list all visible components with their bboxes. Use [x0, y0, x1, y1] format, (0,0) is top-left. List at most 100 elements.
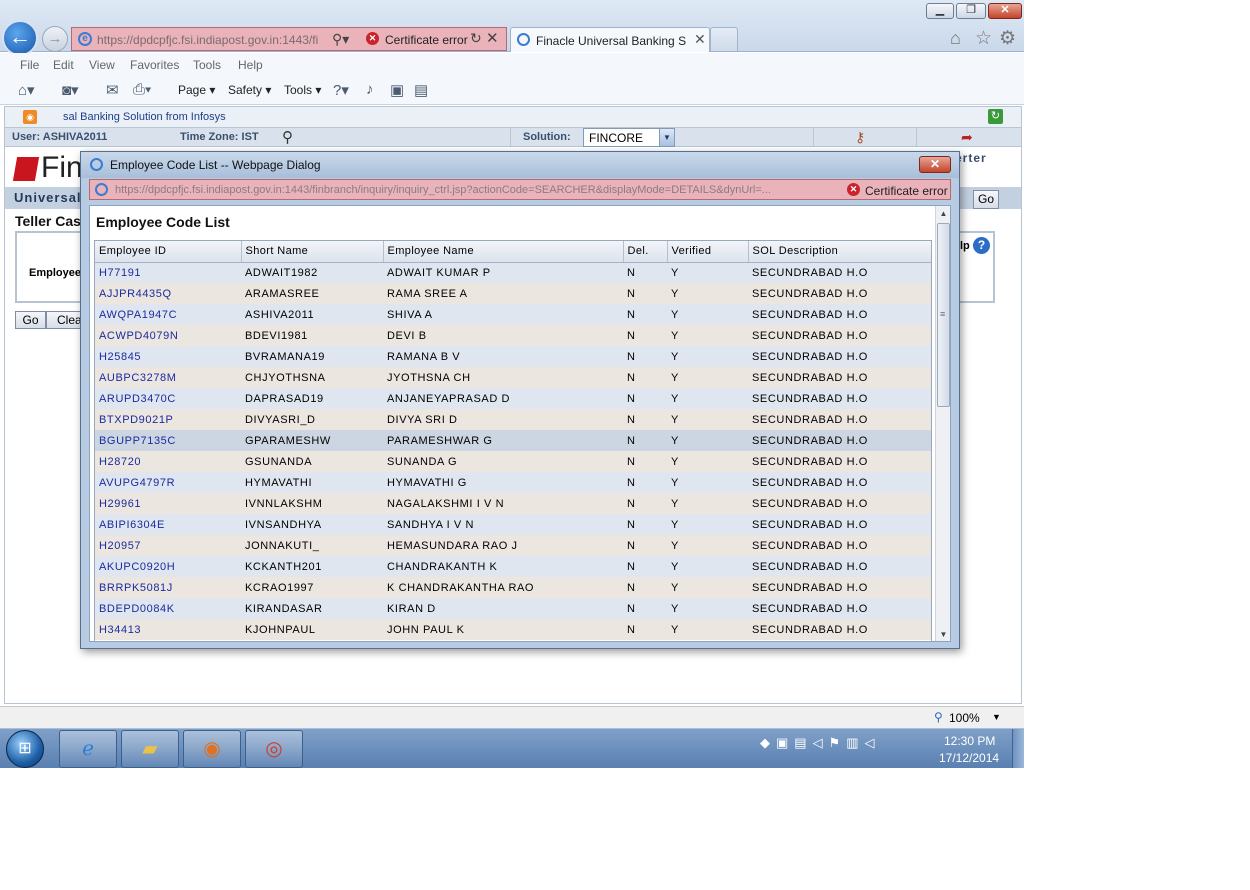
table-row[interactable]: AJJPR4435Q ARAMASREE RAMA SREE A N Y SECUNDRA… [95, 283, 931, 304]
cell-employee-id[interactable]: BDEPD0084K [95, 598, 241, 619]
table-row[interactable]: AUBPC3278M CHJYOTHSNA JYOTHSNA CH N Y SECUNDR… [95, 367, 931, 388]
chevron-down-icon[interactable]: ▼ [992, 712, 1001, 722]
help-menu-icon[interactable]: ?▾ [333, 81, 349, 99]
cell-employee-id[interactable]: H20957 [95, 535, 241, 556]
menu-view[interactable]: View [89, 58, 115, 72]
forward-button[interactable]: → [42, 26, 68, 52]
cell-employee-id[interactable]: AKUPC0920H [95, 556, 241, 577]
cell-employee-id[interactable]: H34413 [95, 619, 241, 640]
cell-employee-id[interactable]: H77191 [95, 262, 241, 283]
scroll-up-icon[interactable]: ▲ [936, 206, 950, 221]
menu-favorites[interactable]: Favorites [130, 58, 179, 72]
rss-icon[interactable]: ◉ [23, 110, 37, 124]
show-desktop-button[interactable] [1012, 729, 1024, 768]
close-window-button[interactable]: ✕ [988, 3, 1022, 19]
tab-finacle[interactable]: Finacle Universal Banking S... ✕ [510, 27, 710, 52]
cell-employee-id[interactable]: AVUPG4797R [95, 472, 241, 493]
table-row[interactable]: H25845 BVRAMANA19 RAMANA B V N Y SECUNDRABAD … [95, 346, 931, 367]
column-header-short-name[interactable]: Short Name [241, 241, 384, 263]
maximize-button[interactable]: ❐ [956, 3, 986, 19]
column-header-employee-name[interactable]: Employee Name [383, 241, 624, 263]
cell-employee-id[interactable]: H29961 [95, 493, 241, 514]
table-row[interactable]: BDEPD0084K KIRANDASAR KIRAN D N Y SECUNDRABAD… [95, 598, 931, 619]
table-row[interactable]: AWQPA1947C ASHIVA2011 SHIVA A N Y SECUNDRABAD… [95, 304, 931, 325]
stop-icon[interactable]: ✕ [486, 29, 499, 47]
cell-employee-id[interactable]: AWQPA1947C [95, 304, 241, 325]
table-row[interactable]: ABIPI6304E IVNSANDHYA SANDHYA I V N N Y SECUN… [95, 514, 931, 535]
header-go-button[interactable]: Go [973, 190, 999, 209]
feeds-icon[interactable]: ◙▾ [62, 81, 79, 99]
menu-edit[interactable]: Edit [53, 58, 74, 72]
search-icon[interactable]: ⚲ [282, 128, 293, 146]
dialog-close-button[interactable]: ✕ [919, 156, 951, 173]
column-header-employee-id[interactable]: Employee ID [95, 241, 242, 263]
safety-menu[interactable]: Safety ▾ [228, 83, 271, 97]
menu-file[interactable]: File [20, 58, 39, 72]
go-button[interactable]: Go [15, 311, 46, 329]
help-icon[interactable]: ? [973, 237, 990, 254]
menu-tools[interactable]: Tools [193, 58, 221, 72]
address-bar[interactable]: e https://dpdcpfjc.fsi.indiapost.gov.in:… [71, 27, 507, 51]
column-header-del[interactable]: Del. [623, 241, 668, 263]
cell-employee-id[interactable]: AUBPC3278M [95, 367, 241, 388]
home-icon[interactable]: ⌂▾ [18, 81, 35, 99]
chrome-taskbar-icon[interactable]: ◎ [245, 730, 303, 768]
table-row[interactable]: BGUPP7135C GPARAMESHW PARAMESHWAR G N Y SECUN… [95, 430, 931, 451]
bookmark-icon[interactable]: ▤ [414, 81, 428, 99]
solution-select[interactable]: FINCORE ▼ [583, 128, 675, 147]
research-icon[interactable]: ♪ [366, 81, 374, 98]
table-row[interactable]: BTXPD9021P DIVYASRI_D DIVYA SRI D N Y SECUNDR… [95, 409, 931, 430]
refresh-icon[interactable]: ↻ [470, 30, 482, 47]
table-row[interactable]: H20957 JONNAKUTI_ HEMASUNDARA RAO J N Y SECUN… [95, 535, 931, 556]
scroll-thumb[interactable]: ≡ [937, 223, 950, 407]
zoom-level[interactable]: 100% [949, 711, 980, 725]
firefox-taskbar-icon[interactable]: ◉ [183, 730, 241, 768]
favorites-star-icon[interactable]: ☆ [975, 27, 992, 50]
minimize-button[interactable]: ▁ [926, 3, 954, 19]
menu-help[interactable]: Help [238, 58, 263, 72]
cell-employee-id[interactable]: BRRPK5081J [95, 577, 241, 598]
table-row[interactable]: ARUPD3470C DAPRASAD19 ANJANEYAPRASAD D N Y SE… [95, 388, 931, 409]
clock-time[interactable]: 12:30 PM [944, 734, 995, 748]
cell-employee-id[interactable]: H25845 [95, 346, 241, 367]
cell-employee-id[interactable]: ACWPD4079N [95, 325, 241, 346]
page-menu[interactable]: Page ▾ [178, 83, 215, 97]
certificate-error-icon[interactable]: ✕ [847, 183, 860, 196]
table-row[interactable]: BRRPK5081J KCRAO1997 K CHANDRAKANTHA RAO N Y… [95, 577, 931, 598]
key-icon[interactable]: ⚷ [855, 129, 865, 146]
translate-icon[interactable]: ▣ [390, 81, 404, 99]
start-button[interactable]: ⊞ [6, 730, 44, 768]
folder-taskbar-icon[interactable]: ▰ [121, 730, 179, 768]
cell-employee-id[interactable]: H28720 [95, 451, 241, 472]
logout-icon[interactable]: ➦ [961, 129, 973, 146]
tools-menu[interactable]: Tools ▾ [284, 83, 321, 97]
column-header-verified[interactable]: Verified [667, 241, 749, 263]
table-row[interactable]: ACWPD4079N BDEVI1981 DEVI B N Y SECUNDRABAD H… [95, 325, 931, 346]
cell-employee-id[interactable]: AJJPR4435Q [95, 283, 241, 304]
back-button[interactable]: ← [2, 20, 38, 56]
system-tray-icons[interactable]: ◆▣▤◁⚑▥◁ [760, 735, 881, 751]
column-header-sol-description[interactable]: SOL Description [748, 241, 931, 263]
tab-close-icon[interactable]: ✕ [694, 31, 706, 48]
print-icon[interactable]: ⎙▾ [133, 81, 151, 98]
mail-icon[interactable]: ✉ [106, 81, 119, 99]
internet-explorer-taskbar-icon[interactable]: ℯ [59, 730, 117, 768]
cell-employee-id[interactable]: ABIPI6304E [95, 514, 241, 535]
cell-employee-id[interactable]: ARUPD3470C [95, 388, 241, 409]
scroll-down-icon[interactable]: ▼ [936, 627, 950, 641]
table-row[interactable]: H28720 GSUNANDA SUNANDA G N Y SECUNDRABAD H.O [95, 451, 931, 472]
address-url[interactable]: https://dpdcpfjc.fsi.indiapost.gov.in:14… [97, 33, 327, 47]
certificate-error-label[interactable]: Certificate error [385, 33, 468, 47]
table-row[interactable]: H29961 IVNNLAKSHM NAGALAKSHMI I V N N Y SECUN… [95, 493, 931, 514]
search-icon[interactable]: ⚲▾ [332, 31, 349, 48]
table-row[interactable]: H34413 KJOHNPAUL JOHN PAUL K N Y SECUNDRABAD … [95, 619, 931, 640]
vertical-scrollbar[interactable]: ▲ ≡ ▼ [935, 206, 950, 641]
dialog-title-bar[interactable]: Employee Code List -- Webpage Dialog ✕ [81, 152, 959, 178]
certificate-error-label[interactable]: Certificate error [865, 184, 948, 198]
table-row[interactable]: H77191 ADWAIT1982 ADWAIT KUMAR P N Y SECUNDRA… [95, 262, 931, 283]
cell-employee-id[interactable]: BTXPD9021P [95, 409, 241, 430]
zoom-icon[interactable]: ⚲ [934, 710, 943, 724]
new-tab-button[interactable] [710, 27, 738, 52]
gear-icon[interactable]: ⚙ [999, 27, 1016, 50]
cell-employee-id[interactable]: BGUPP7135C [95, 430, 241, 451]
